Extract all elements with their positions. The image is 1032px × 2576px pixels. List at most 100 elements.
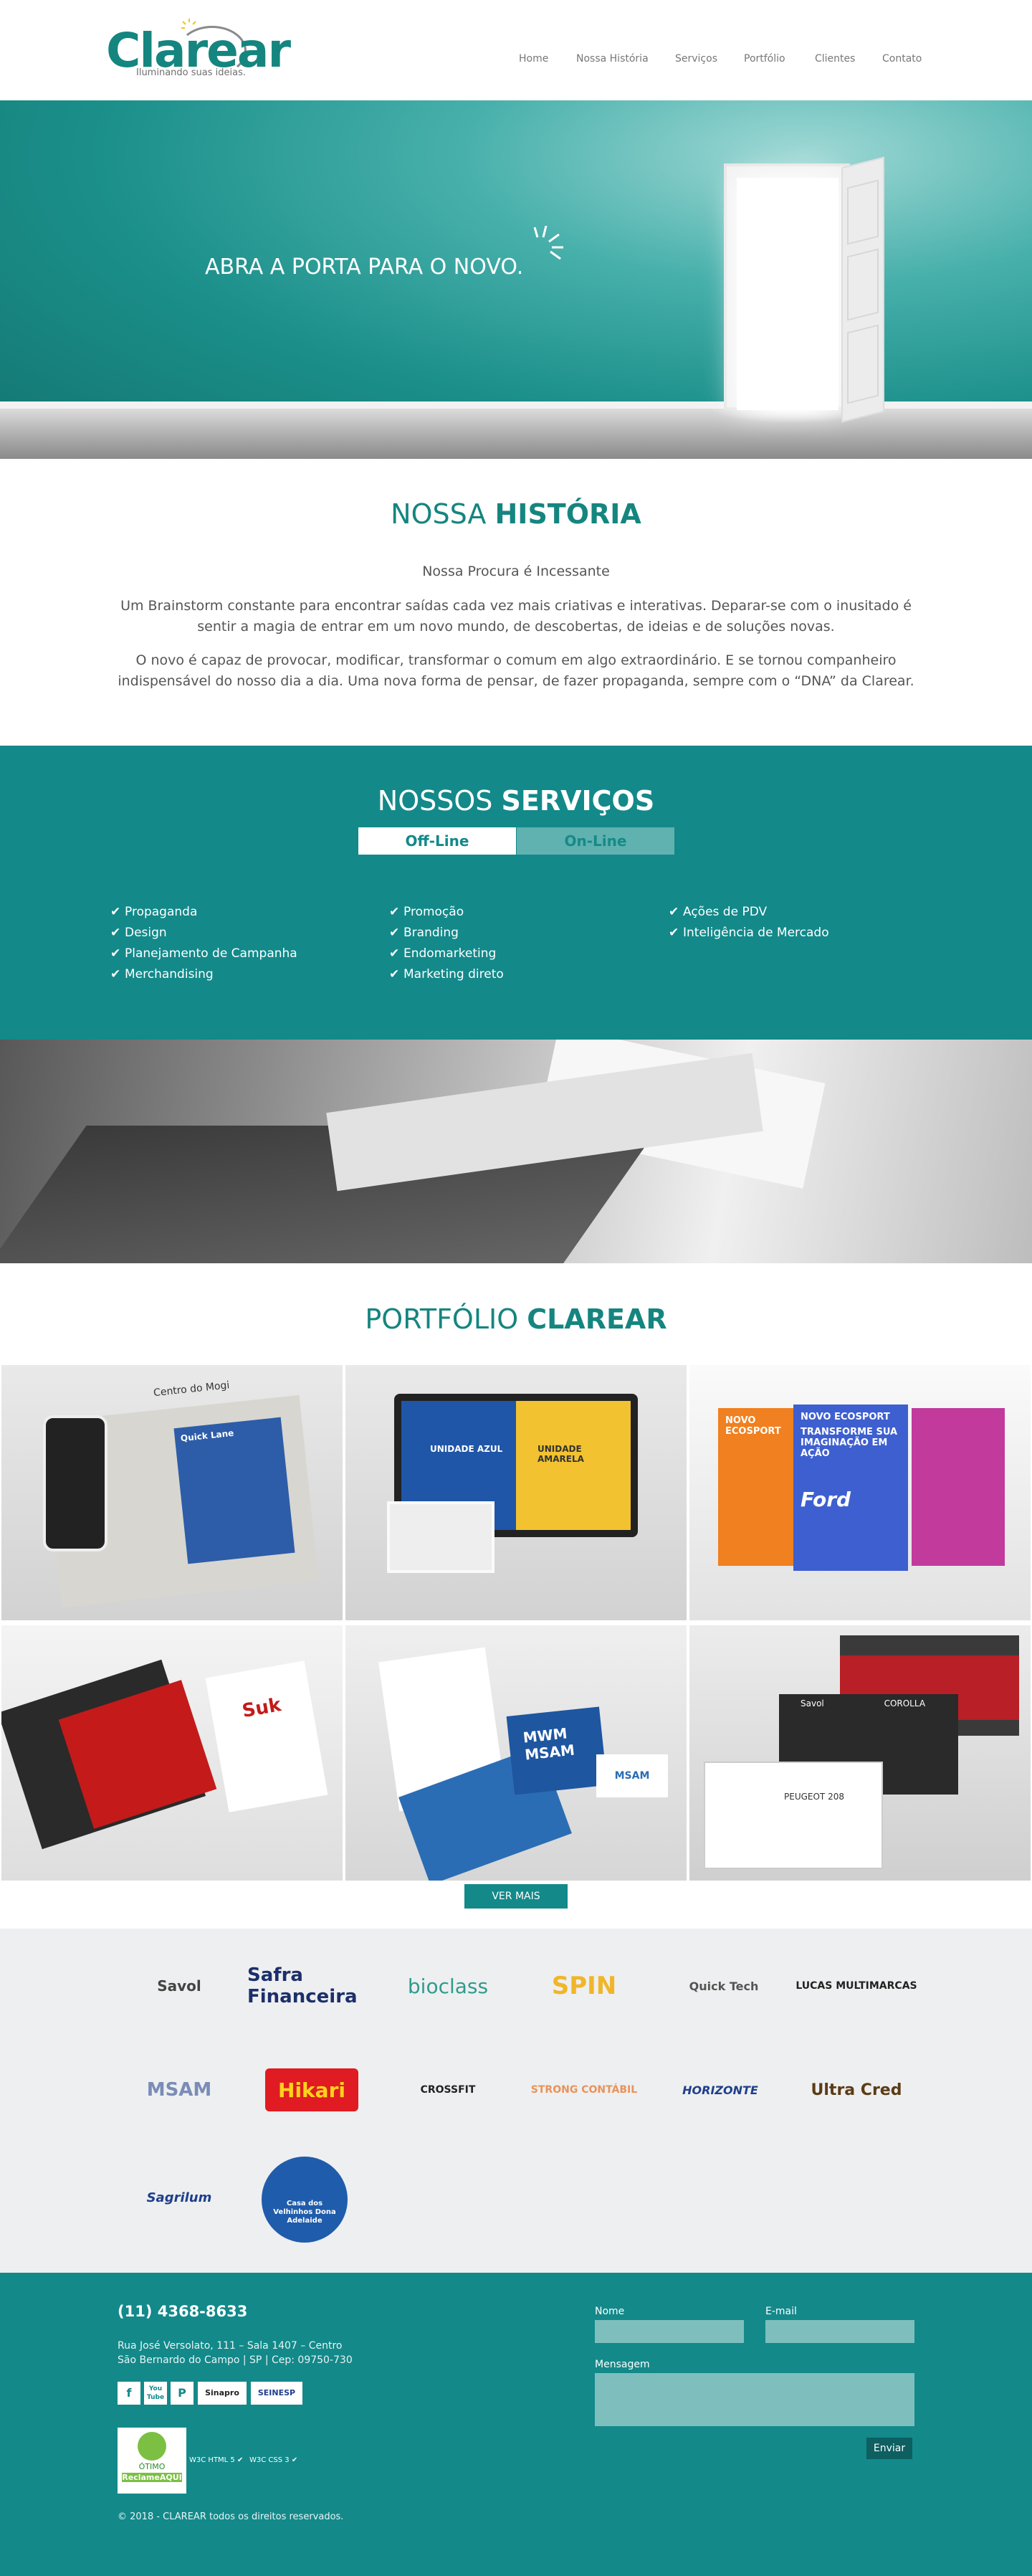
client-logo[interactable]: Hikari bbox=[265, 2068, 358, 2111]
logo-tagline: Iluminando suas ideias. bbox=[136, 67, 246, 78]
screen-yellow-half: UNIDADE AMARELA bbox=[516, 1401, 631, 1530]
reclameaqui-badge[interactable]: ÓTIMO ReclameAQUI bbox=[118, 2428, 186, 2494]
hero-headline: ABRA A PORTA PARA O NOVO. bbox=[205, 255, 524, 280]
portfolio-tile-suk[interactable]: Suk bbox=[1, 1625, 343, 1881]
client-logo[interactable]: MSAM bbox=[115, 2068, 244, 2111]
footer-address: Rua José Versolato, 111 – Sala 1407 – Ce… bbox=[118, 2339, 353, 2367]
footer-phone: (11) 4368-8633 bbox=[118, 2303, 248, 2320]
ad-page: Quick Lane bbox=[173, 1417, 295, 1564]
portfolio-tile-quicklane[interactable]: Centro do Mogi Quick Lane bbox=[1, 1365, 343, 1620]
service-item: ✔ Merchandising bbox=[110, 964, 297, 985]
door-panel bbox=[847, 248, 879, 321]
portfolio-tile-websites[interactable]: Savol COROLLA PEUGEOT 208 bbox=[689, 1625, 1031, 1881]
tab-on-line[interactable]: On-Line bbox=[517, 827, 674, 855]
logo[interactable]: Clarear Iluminando suas ideias. bbox=[106, 16, 291, 84]
reclame-brand: ReclameAQUI bbox=[122, 2473, 182, 2482]
hero-banner: ABRA A PORTA PARA O NOVO. bbox=[0, 100, 1032, 459]
servicos-section: NOSSOS SERVIÇOS Off-Line On-Line ✔ Propag… bbox=[0, 746, 1032, 1040]
portfolio-tile-ford[interactable]: NOVO ECOSPORT NOVO ECOSPORT TRANSFORME S… bbox=[689, 1365, 1031, 1620]
page: Clarear Iluminando suas ideias. Home Nos… bbox=[0, 0, 1032, 2576]
check-icon: ✔ bbox=[669, 926, 679, 940]
check-icon: ✔ bbox=[389, 926, 400, 940]
client-logo[interactable]: STRONG CONTÁBIL bbox=[520, 2068, 649, 2111]
service-item: ✔ Branding bbox=[389, 923, 504, 944]
historia-paragraph-2: O novo é capaz de provocar, modificar, t… bbox=[118, 652, 914, 689]
client-logo[interactable]: Safra Financeira bbox=[247, 1964, 376, 2007]
portfolio-tile-unidades[interactable]: UNIDADE AZUL UNIDADE AMARELA bbox=[345, 1365, 687, 1620]
send-button[interactable]: Enviar bbox=[866, 2438, 912, 2459]
nav-nossa-historia[interactable]: Nossa História bbox=[576, 53, 649, 65]
nav-servicos[interactable]: Serviços bbox=[675, 53, 717, 65]
address-line: São Bernardo do Campo | SP | Cep: 09750-… bbox=[118, 2354, 353, 2366]
poster-magenta bbox=[912, 1408, 1005, 1566]
service-item: ✔ Promoção bbox=[389, 902, 504, 923]
door-opening-light bbox=[737, 178, 838, 410]
site-footer: (11) 4368-8633 Rua José Versolato, 111 –… bbox=[0, 2273, 1032, 2576]
client-logo[interactable]: Casa dos Velhinhos Dona Adelaide bbox=[262, 2157, 348, 2243]
services-column-1: ✔ Propaganda ✔ Design ✔ Planejamento de Cam… bbox=[110, 902, 297, 985]
check-icon: ✔ bbox=[389, 905, 400, 919]
nav-home[interactable]: Home bbox=[519, 53, 548, 65]
site-brand: Savol bbox=[801, 1698, 824, 1708]
client-logo[interactable]: HORIZONTE bbox=[656, 2068, 785, 2111]
msam-card: MWM MSAM bbox=[506, 1706, 608, 1795]
nav-clientes[interactable]: Clientes bbox=[815, 53, 855, 65]
client-logo[interactable]: SPIN bbox=[520, 1964, 649, 2007]
service-item: ✔ Marketing direto bbox=[389, 964, 504, 985]
client-logo[interactable]: Savol bbox=[115, 1964, 244, 2007]
client-logo[interactable]: bioclass bbox=[383, 1964, 512, 2007]
service-item: ✔ Design bbox=[110, 923, 297, 944]
message-label: Mensagem bbox=[595, 2359, 650, 2370]
service-item: ✔ Inteligência de Mercado bbox=[669, 923, 829, 944]
site-model: COROLLA bbox=[884, 1698, 926, 1708]
letterhead: Suk bbox=[205, 1660, 328, 1812]
w3c-html5-badge: W3C HTML 5 ✔ bbox=[189, 2456, 244, 2464]
client-logo[interactable]: Quick Tech bbox=[659, 1964, 788, 2007]
historia-subtitle: Nossa Procura é Incessante bbox=[422, 564, 610, 579]
poster-orange: NOVO ECOSPORT bbox=[718, 1408, 804, 1566]
portfolio-tile-msam[interactable]: MWM MSAM MSAM bbox=[345, 1625, 687, 1881]
email-label: E-mail bbox=[765, 2306, 797, 2317]
poster-blue: NOVO ECOSPORT TRANSFORME SUA IMAGINAÇÃO … bbox=[793, 1405, 908, 1571]
client-logo[interactable]: Ultra Cred bbox=[792, 2068, 921, 2111]
business-card: MSAM bbox=[596, 1754, 668, 1797]
client-logo[interactable]: CROSSFIT bbox=[383, 2068, 512, 2111]
check-icon: ✔ bbox=[389, 967, 400, 982]
pinterest-icon[interactable]: P bbox=[171, 2382, 194, 2405]
client-logo[interactable]: LUCAS MULTIMARCAS bbox=[792, 1964, 921, 2007]
tab-off-line[interactable]: Off-Line bbox=[358, 827, 516, 855]
nav-contato[interactable]: Contato bbox=[882, 53, 922, 65]
w3c-css3-badge: W3C CSS 3 ✔ bbox=[249, 2456, 298, 2464]
client-logo[interactable]: Sagrilum bbox=[115, 2176, 244, 2219]
check-icon: ✔ bbox=[110, 946, 121, 961]
ver-mais-button[interactable]: VER MAIS bbox=[464, 1884, 568, 1909]
message-field[interactable] bbox=[595, 2373, 914, 2426]
email-field[interactable] bbox=[765, 2320, 914, 2343]
door-panel bbox=[847, 179, 879, 245]
reclame-rating: ÓTIMO bbox=[138, 2462, 166, 2471]
tablet-shape bbox=[387, 1501, 494, 1573]
site-screen-peugeot: PEUGEOT 208 bbox=[704, 1762, 883, 1869]
floor bbox=[0, 409, 1032, 459]
door-illustration bbox=[724, 156, 884, 423]
service-item: ✔ Propaganda bbox=[110, 902, 297, 923]
sinapro-badge[interactable]: Sinapro bbox=[198, 2382, 247, 2405]
nav-portfolio[interactable]: Portfólio bbox=[744, 53, 785, 65]
services-column-3: ✔ Ações de PDV ✔ Inteligência de Mercado bbox=[669, 902, 829, 944]
servicos-title: NOSSOS SERVIÇOS bbox=[377, 785, 655, 817]
seinesp-badge[interactable]: SEINESP bbox=[251, 2382, 302, 2405]
site-header: Clarear Iluminando suas ideias. Home Nos… bbox=[0, 0, 1032, 100]
facebook-icon[interactable]: f bbox=[118, 2382, 140, 2405]
poster-brand: Ford bbox=[801, 1488, 851, 1511]
check-icon: ✔ bbox=[110, 905, 121, 919]
name-field[interactable] bbox=[595, 2320, 744, 2343]
youtube-icon[interactable]: You Tube bbox=[144, 2382, 167, 2405]
door-leaf bbox=[841, 156, 884, 423]
portfolio-title: PORTFÓLIO CLAREAR bbox=[365, 1303, 667, 1335]
reclame-face-icon bbox=[138, 2432, 166, 2461]
service-item: ✔ Endomarketing bbox=[389, 944, 504, 964]
address-line: Rua José Versolato, 111 – Sala 1407 – Ce… bbox=[118, 2340, 343, 2352]
service-item: ✔ Ações de PDV bbox=[669, 902, 829, 923]
poster-headline: NOVO ECOSPORT bbox=[801, 1412, 890, 1422]
check-icon: ✔ bbox=[110, 926, 121, 940]
